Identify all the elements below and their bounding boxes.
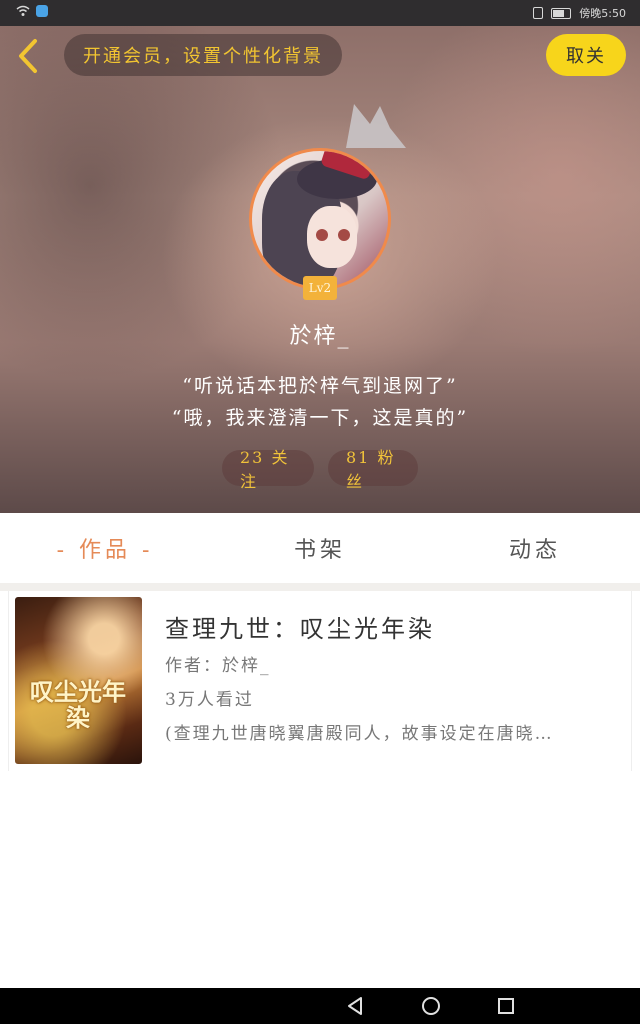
wifi-icon <box>16 5 30 16</box>
triangle-back-icon[interactable] <box>343 994 367 1018</box>
profile-header: 开通会员，设置个性化背景 取关 Lv2 於梓_ “听说话本把於梓气到退网了” “… <box>0 26 640 513</box>
work-author: 作者：於梓_ <box>165 656 271 676</box>
app-notification-icon <box>36 5 48 17</box>
work-cover-image[interactable]: 叹尘光年染 <box>15 597 142 764</box>
level-badge: Lv2 <box>303 276 337 300</box>
work-summary: (查理九世唐晓翼唐殿同人，故事设定在唐晓… <box>165 724 554 744</box>
battery-icon <box>551 7 572 19</box>
work-views: 3万人看过 <box>165 690 254 710</box>
vip-background-banner[interactable]: 开通会员，设置个性化背景 <box>64 34 342 76</box>
work-title[interactable]: 查理九世：叹尘光年染 <box>165 609 615 645</box>
status-time: 傍晚5:50 <box>579 7 626 20</box>
work-card[interactable]: 叹尘光年染 查理九世：叹尘光年染 作者：於梓_ 3万人看过 (查理九世唐晓翼唐殿… <box>8 591 632 771</box>
followers-count-button[interactable]: 81 粉丝 <box>328 448 418 491</box>
work-info: 查理九世：叹尘光年染 作者：於梓_ 3万人看过 (查理九世唐晓翼唐殿同人，故事设… <box>165 609 615 747</box>
username: 於梓_ <box>289 324 351 349</box>
status-bar: 傍晚5:50 <box>0 0 640 26</box>
status-left <box>16 5 48 17</box>
square-recent-icon[interactable] <box>494 994 518 1018</box>
circle-home-icon[interactable] <box>419 994 443 1018</box>
bio-line-2: “哦，我来澄清一下，这是真的” <box>171 407 469 429</box>
following-count-button[interactable]: 23 关注 <box>222 448 314 491</box>
avatar[interactable] <box>249 148 391 290</box>
back-button[interactable] <box>14 36 42 76</box>
divider <box>0 583 640 591</box>
avatar-eye <box>316 229 328 241</box>
profile-stats: 23 关注 81 粉丝 <box>0 448 640 491</box>
tab-bookshelf[interactable]: 书架 <box>240 513 400 583</box>
avatar-eye <box>338 229 350 241</box>
unfollow-button[interactable]: 取关 <box>546 34 626 76</box>
bio: “听说话本把於梓气到退网了” “哦，我来澄清一下，这是真的” <box>0 370 640 434</box>
tab-activity[interactable]: 动态 <box>455 513 615 583</box>
chevron-left-icon <box>19 39 37 73</box>
bio-line-1: “听说话本把於梓气到退网了” <box>182 375 458 397</box>
tab-works[interactable]: - 作品 - <box>20 513 190 583</box>
status-right: 傍晚5:50 <box>533 5 626 21</box>
cover-title: 叹尘光年染 <box>30 677 126 732</box>
vibrate-icon <box>533 7 544 19</box>
profile-tabs: - 作品 - 书架 动态 <box>0 513 640 583</box>
system-nav-bar <box>0 988 640 1024</box>
